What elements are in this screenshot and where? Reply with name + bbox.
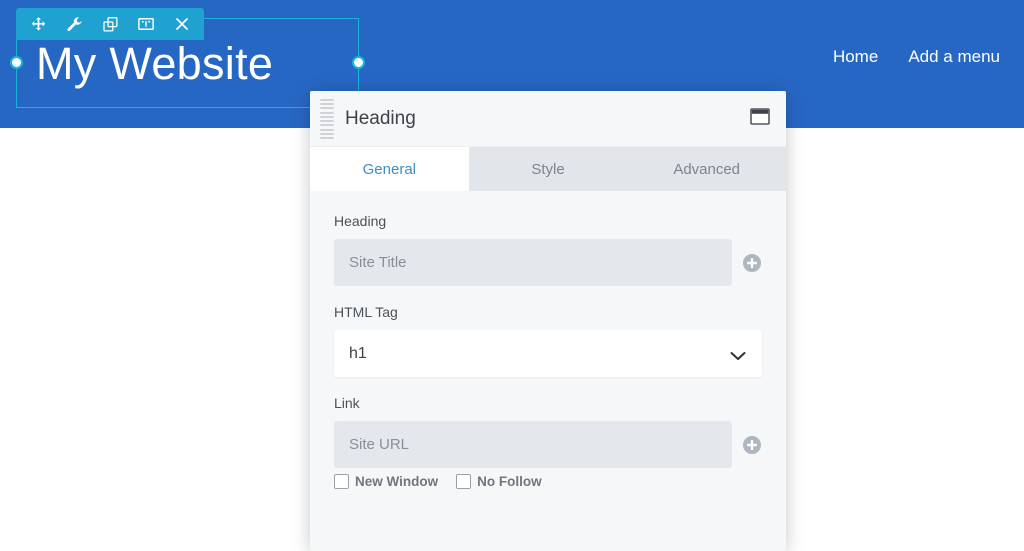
panel-title: Heading [345,108,416,130]
grip-icon[interactable] [320,99,334,139]
field-heading-label: Heading [334,213,762,229]
tab-advanced[interactable]: Advanced [627,147,786,191]
panel-content: Heading HTML Tag h1 [310,191,786,489]
html-tag-select-wrap: h1 [334,330,762,377]
close-button[interactable] [164,8,200,40]
checkbox-new-window[interactable]: New Window [334,474,438,489]
checkbox-new-window-label: New Window [355,474,438,489]
link-options: New Window No Follow [334,474,762,489]
checkbox-new-window-box[interactable] [334,474,349,489]
panel-tabs: General Style Advanced [310,147,786,191]
field-link-label: Link [334,395,762,411]
settings-button[interactable] [56,8,92,40]
columns-icon [137,15,155,33]
selection-handle-left[interactable] [10,56,23,69]
heading-settings-panel: Heading General Style Advanced Heading [310,91,786,551]
columns-button[interactable] [128,8,164,40]
nav-item-home[interactable]: Home [833,46,878,68]
checkbox-no-follow[interactable]: No Follow [456,474,542,489]
checkbox-no-follow-box[interactable] [456,474,471,489]
duplicate-icon [102,16,119,33]
nav-item-add-a-menu[interactable]: Add a menu [908,46,1000,68]
close-icon [174,16,190,32]
link-url-input[interactable] [334,421,732,468]
site-title[interactable]: My Website [36,36,273,92]
field-html-tag-label: HTML Tag [334,304,762,320]
field-link: Link New Window [334,395,762,489]
selection-handle-right[interactable] [352,56,365,69]
duplicate-button[interactable] [92,8,128,40]
field-heading: Heading [334,213,762,286]
tab-style[interactable]: Style [469,147,628,191]
html-tag-select[interactable]: h1 [334,330,762,377]
move-button[interactable] [20,8,56,40]
field-html-tag: HTML Tag h1 [334,304,762,377]
checkbox-no-follow-label: No Follow [477,474,542,489]
module-node-toolbar [16,8,204,40]
window-icon [750,112,770,129]
site-navigation: Home Add a menu [833,46,1000,68]
heading-text-input[interactable] [334,239,732,286]
panel-header: Heading [310,91,786,147]
field-heading-row [334,239,762,286]
plus-circle-icon[interactable] [742,253,762,273]
field-link-row [334,421,762,468]
wrench-icon [66,16,83,33]
tab-general[interactable]: General [310,147,469,191]
move-icon [30,16,47,33]
dock-panel-button[interactable] [750,108,770,125]
plus-circle-icon[interactable] [742,435,762,455]
